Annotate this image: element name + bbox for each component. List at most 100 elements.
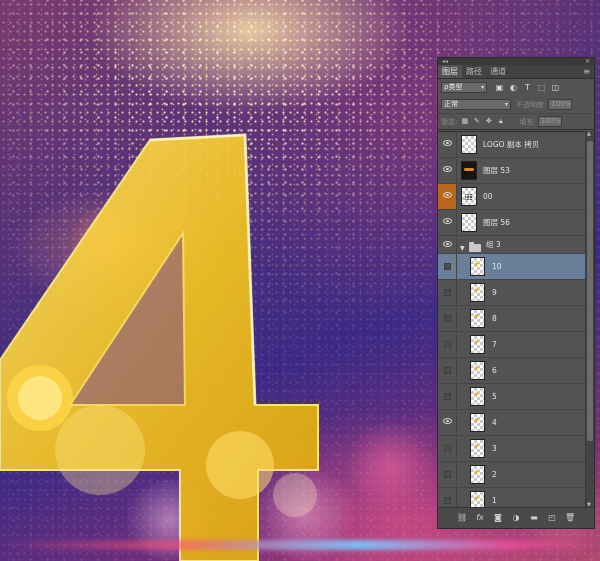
layer-name: 3 bbox=[492, 444, 497, 453]
layer-name: 图层 53 bbox=[483, 166, 510, 175]
fill-label: 填充: bbox=[519, 117, 536, 126]
blend-row: 正常 ▾ 不透明度: 100% bbox=[438, 96, 594, 113]
fx-icon[interactable]: fx bbox=[475, 513, 485, 523]
layer-group-row[interactable]: ▼ 组 3 bbox=[438, 236, 585, 254]
menu-icon[interactable]: ≡ bbox=[583, 65, 590, 78]
filter-adjustment-icon[interactable]: ◐ bbox=[509, 83, 518, 92]
eye-icon bbox=[443, 218, 452, 224]
fill-field[interactable]: 100% bbox=[537, 116, 562, 127]
light-streak bbox=[0, 540, 600, 550]
eye-icon bbox=[443, 241, 452, 247]
visibility-toggle[interactable] bbox=[438, 410, 457, 435]
layer-row[interactable]: LOGO 副本 拷贝 bbox=[438, 132, 585, 158]
expand-triangle-icon[interactable]: ▼ bbox=[460, 245, 465, 252]
lock-transparent-icon[interactable]: ▦ bbox=[460, 117, 469, 126]
layer-row[interactable]: 7 bbox=[438, 332, 585, 358]
layer-row[interactable]: 8 bbox=[438, 306, 585, 332]
visibility-toggle[interactable] bbox=[438, 332, 457, 357]
visibility-toggle[interactable] bbox=[438, 158, 457, 183]
visibility-toggle[interactable] bbox=[438, 184, 457, 209]
layer-row[interactable]: 00 bbox=[438, 184, 585, 210]
layer-thumbnail bbox=[470, 413, 485, 432]
layer-scrollbar[interactable]: ▲ ▼ bbox=[585, 131, 594, 508]
folder-icon bbox=[469, 242, 481, 252]
layer-name: LOGO 副本 拷贝 bbox=[483, 140, 540, 149]
eye-icon bbox=[443, 192, 452, 198]
new-group-icon[interactable]: ▬ bbox=[529, 513, 539, 523]
layer-thumbnail bbox=[470, 257, 485, 276]
chevron-down-icon: ▾ bbox=[504, 101, 508, 108]
layer-row[interactable]: 5 bbox=[438, 384, 585, 410]
layer-thumbnail bbox=[470, 387, 485, 406]
filter-type-icon[interactable]: T bbox=[523, 83, 532, 92]
layer-thumbnail bbox=[461, 135, 477, 154]
layer-thumbnail bbox=[470, 465, 485, 484]
visibility-toggle[interactable] bbox=[438, 488, 457, 509]
eye-icon bbox=[443, 166, 452, 172]
layer-thumbnail bbox=[470, 309, 485, 328]
eye-icon bbox=[443, 140, 452, 146]
layer-name: 1 bbox=[492, 496, 497, 505]
layer-thumbnail bbox=[461, 187, 477, 206]
visibility-toggle[interactable] bbox=[438, 462, 457, 487]
filter-kind-select[interactable]: ρ类型 ▾ bbox=[441, 82, 487, 93]
tab-layers[interactable]: 图层 bbox=[438, 65, 462, 78]
visibility-toggle[interactable] bbox=[438, 132, 457, 157]
layer-row[interactable]: 9 bbox=[438, 280, 585, 306]
visibility-toggle[interactable] bbox=[438, 358, 457, 383]
fill-value: 100% bbox=[540, 117, 561, 125]
layer-name: 图层 56 bbox=[483, 218, 510, 227]
visibility-toggle[interactable] bbox=[438, 254, 457, 279]
tab-paths[interactable]: 路径 bbox=[462, 65, 486, 78]
link-icon[interactable]: ⛓︎ bbox=[457, 513, 467, 523]
filter-smart-object-icon[interactable]: ◫ bbox=[551, 83, 560, 92]
new-layer-icon[interactable]: ◰ bbox=[547, 513, 557, 523]
visibility-toggle[interactable] bbox=[438, 236, 457, 253]
layer-thumbnail bbox=[470, 283, 485, 302]
blend-mode-select[interactable]: 正常 ▾ bbox=[441, 99, 511, 110]
layer-name: 4 bbox=[492, 418, 497, 427]
lock-all-icon[interactable]: 🔒︎ bbox=[496, 117, 505, 126]
filter-pixel-icon[interactable]: ▣ bbox=[495, 83, 504, 92]
layer-name: 5 bbox=[492, 392, 497, 401]
layer-name: 8 bbox=[492, 314, 497, 323]
visibility-toggle[interactable] bbox=[438, 306, 457, 331]
layer-name: 10 bbox=[492, 262, 502, 271]
lock-paint-icon[interactable]: ✎ bbox=[472, 117, 481, 126]
layer-row[interactable]: 1 bbox=[438, 488, 585, 509]
panel-footer: ⛓︎ fx ◙ ◑ ▬ ◰ 🗑︎ bbox=[438, 507, 594, 528]
panel-tabs: 图层 路径 通道 ≡ bbox=[438, 65, 594, 79]
trash-icon[interactable]: 🗑︎ bbox=[565, 513, 575, 523]
visibility-toggle[interactable] bbox=[438, 384, 457, 409]
layer-row[interactable]: 图层 56 bbox=[438, 210, 585, 236]
layer-thumbnail bbox=[461, 213, 477, 232]
scroll-up-icon[interactable]: ▲ bbox=[587, 131, 591, 137]
layer-thumbnail bbox=[470, 439, 485, 458]
filter-shape-icon[interactable]: ⬚ bbox=[537, 83, 546, 92]
eye-icon bbox=[443, 418, 452, 424]
blend-mode-value: 正常 bbox=[444, 100, 458, 108]
panel-titlebar[interactable]: ◂◂ ✕ bbox=[438, 58, 594, 65]
layer-row[interactable]: 6 bbox=[438, 358, 585, 384]
layer-row[interactable]: 2 bbox=[438, 462, 585, 488]
opacity-field[interactable]: 100% bbox=[548, 99, 573, 110]
lock-move-icon[interactable]: ✥ bbox=[484, 117, 493, 126]
mask-icon[interactable]: ◙ bbox=[493, 513, 503, 523]
scroll-thumb[interactable] bbox=[587, 141, 593, 441]
collapse-icon[interactable]: ◂◂ bbox=[442, 58, 448, 65]
layer-row[interactable]: 3 bbox=[438, 436, 585, 462]
lock-label: 锁定: bbox=[441, 117, 458, 126]
opacity-value: 100% bbox=[551, 100, 572, 108]
layer-thumbnail bbox=[470, 335, 485, 354]
layer-name: 7 bbox=[492, 340, 497, 349]
visibility-toggle[interactable] bbox=[438, 280, 457, 305]
tab-channels[interactable]: 通道 bbox=[486, 65, 510, 78]
visibility-toggle[interactable] bbox=[438, 210, 457, 235]
close-icon[interactable]: ✕ bbox=[585, 58, 590, 65]
layer-row[interactable]: 4 bbox=[438, 410, 585, 436]
adjustment-icon[interactable]: ◑ bbox=[511, 513, 521, 523]
layer-row[interactable]: 10 bbox=[438, 254, 585, 280]
layer-row[interactable]: 图层 53 bbox=[438, 158, 585, 184]
visibility-toggle[interactable] bbox=[438, 436, 457, 461]
lock-row: 锁定: ▦ ✎ ✥ 🔒︎ 填充: 100% bbox=[438, 113, 594, 130]
